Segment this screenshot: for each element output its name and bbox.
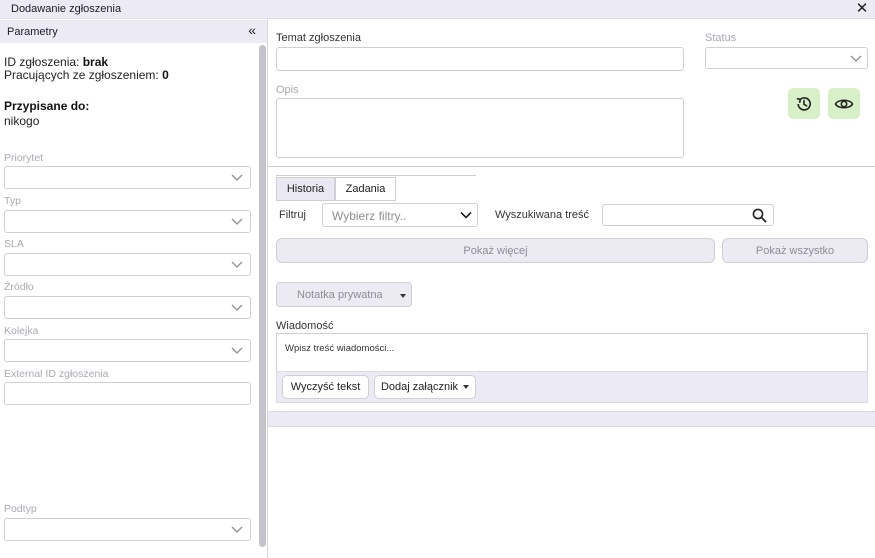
assigned-value: nikogo: [4, 114, 40, 128]
filter-label: Filtruj: [279, 209, 306, 221]
message-toolbar: Wyczyść tekst Dodaj załącznik: [276, 371, 868, 403]
show-more-button[interactable]: Pokaż więcej: [276, 238, 715, 263]
search-input[interactable]: [602, 204, 774, 226]
chevron-down-icon: [850, 55, 862, 62]
ticket-id-value: brak: [82, 55, 109, 69]
close-icon[interactable]: ✕: [855, 1, 869, 17]
ticket-id-label: ID zgłoszenia:: [4, 55, 80, 69]
subtype-select[interactable]: [4, 518, 251, 541]
filter-select[interactable]: Wybierz filtry..: [322, 203, 478, 227]
message-editor[interactable]: Wpisz treść wiadomości...: [276, 333, 868, 371]
status-select[interactable]: [705, 47, 868, 69]
search-icon[interactable]: [752, 208, 767, 223]
type-select[interactable]: [4, 210, 251, 233]
tab-zadania[interactable]: Zadania: [335, 177, 396, 201]
window-title: Dodawanie zgłoszenia: [11, 3, 122, 15]
source-label: Źródło: [4, 281, 34, 293]
tabs-top-line: [276, 175, 476, 176]
section-divider: [268, 166, 875, 167]
subtype-label: Podtyp: [4, 503, 37, 515]
chevron-down-icon: [231, 174, 243, 181]
filter-placeholder: Wybierz filtry..: [332, 209, 407, 223]
sla-label: SLA: [4, 238, 24, 250]
working-count-line: Pracujących ze zgłoszeniem: 0: [4, 68, 169, 82]
history-icon: [796, 96, 811, 111]
queue-select[interactable]: [4, 339, 251, 362]
ticket-id-line: ID zgłoszenia: brak: [4, 55, 108, 69]
preview-button[interactable]: [828, 88, 860, 119]
external-id-label: External ID zgłoszenia: [4, 368, 109, 380]
source-select[interactable]: [4, 296, 251, 319]
history-button[interactable]: [788, 88, 820, 119]
status-label: Status: [705, 32, 737, 44]
description-label: Opis: [276, 84, 299, 96]
subject-label: Temat zgłoszenia: [276, 32, 361, 44]
message-placeholder: Wpisz treść wiadomości...: [285, 343, 395, 354]
clear-text-button[interactable]: Wyczyść tekst: [282, 375, 369, 399]
add-attachment-button[interactable]: Dodaj załącznik: [374, 375, 476, 399]
subject-input[interactable]: [276, 47, 684, 71]
tab-historia[interactable]: Historia: [276, 177, 335, 201]
assigned-label: Przypisane do:: [4, 99, 90, 113]
priority-select[interactable]: [4, 166, 251, 189]
chevron-down-icon: [231, 261, 243, 268]
chevron-down-icon: [231, 347, 243, 354]
search-label: Wyszukiwana treść: [495, 209, 590, 221]
window-titlebar: Dodawanie zgłoszenia ✕: [0, 0, 875, 19]
priority-label: Priorytet: [4, 152, 44, 164]
eye-icon: [834, 98, 854, 109]
show-all-button[interactable]: Pokaż wszystko: [722, 238, 868, 263]
double-chevron-left-icon[interactable]: «: [248, 23, 256, 38]
caret-down-icon: [400, 294, 406, 298]
parameters-header: Parametry «: [0, 20, 267, 43]
bottom-band: [268, 411, 875, 427]
parameters-panel: Parametry « ID zgłoszenia: brak Pracując…: [0, 20, 268, 558]
chevron-down-icon: [231, 218, 243, 225]
message-label: Wiadomość: [276, 320, 334, 332]
description-textarea[interactable]: [276, 98, 684, 158]
sidebar-scrollbar[interactable]: [259, 45, 266, 547]
chevron-down-icon: [231, 526, 243, 533]
sla-select[interactable]: [4, 253, 251, 276]
note-type-label: Notatka prywatna: [297, 288, 383, 301]
chevron-down-icon: [460, 211, 472, 219]
caret-down-icon: [463, 385, 470, 389]
note-type-dropdown[interactable]: Notatka prywatna: [276, 282, 412, 307]
type-label: Typ: [4, 195, 21, 207]
add-attachment-label: Dodaj załącznik: [380, 381, 459, 393]
external-id-input[interactable]: [4, 382, 251, 405]
working-count-label: Pracujących ze zgłoszeniem:: [4, 68, 159, 82]
queue-label: Kolejka: [4, 325, 39, 337]
chevron-down-icon: [231, 304, 243, 311]
parameters-title: Parametry: [7, 26, 58, 38]
working-count-value: 0: [162, 68, 169, 82]
